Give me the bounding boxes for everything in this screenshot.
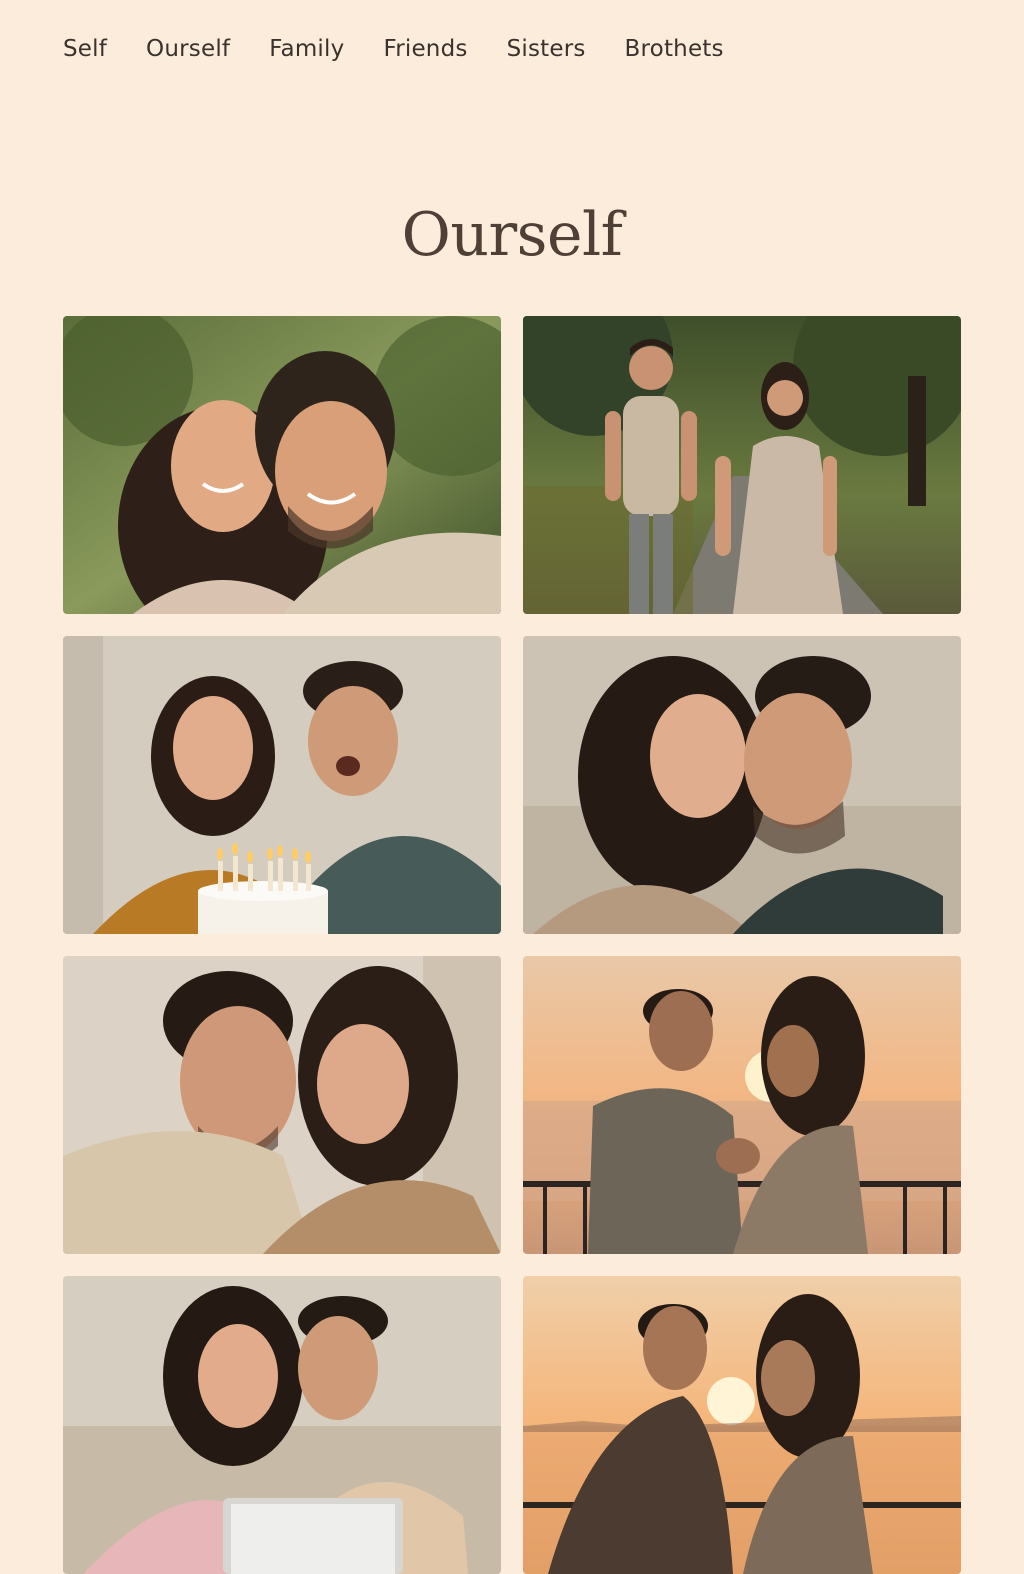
photo-gallery — [63, 316, 961, 1574]
gallery-photo[interactable] — [63, 956, 501, 1254]
nav-item-brothers[interactable]: Brothets — [625, 34, 724, 64]
nav-item-self[interactable]: Self — [63, 34, 107, 64]
photo-sunset-pier — [523, 956, 961, 1254]
photo-sunset-lake — [523, 1276, 961, 1574]
gallery-photo[interactable] — [63, 1276, 501, 1574]
gallery-photo[interactable] — [523, 316, 961, 614]
nav-item-ourself[interactable]: Ourself — [146, 34, 230, 64]
nav-item-friends[interactable]: Friends — [383, 34, 467, 64]
photo-laptop-couch — [63, 1276, 501, 1574]
gallery-photo[interactable] — [523, 1276, 961, 1574]
top-nav: Self Ourself Family Friends Sisters Brot… — [63, 34, 763, 64]
gallery-photo[interactable] — [63, 316, 501, 614]
photo-selfie-park — [63, 316, 501, 614]
photo-birthday-cake — [63, 636, 501, 934]
nav-item-sisters[interactable]: Sisters — [507, 34, 586, 64]
gallery-photo[interactable] — [523, 636, 961, 934]
photo-walking-park — [523, 316, 961, 614]
nav-item-family[interactable]: Family — [269, 34, 344, 64]
photo-cheek-to-cheek — [523, 636, 961, 934]
page-title: Ourself — [401, 200, 623, 270]
gallery-photo[interactable] — [523, 956, 961, 1254]
gallery-photo[interactable] — [63, 636, 501, 934]
photo-forehead-touch — [63, 956, 501, 1254]
